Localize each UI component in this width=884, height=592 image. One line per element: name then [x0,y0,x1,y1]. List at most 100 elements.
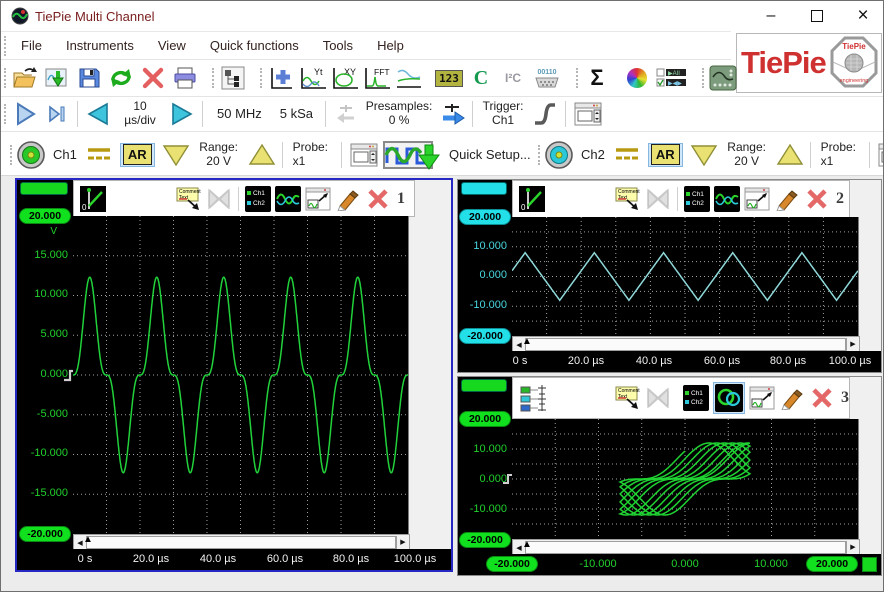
graph3-xmax-label[interactable]: 20.000 [806,556,858,572]
timebase-faster-button[interactable] [166,99,198,129]
instrument-settings-button[interactable] [570,99,606,129]
graph3-trigger-position-marker[interactable]: ▲ [522,540,532,550]
scroll-right-icon[interactable]: ▶ [846,338,859,351]
one-shot-button[interactable] [41,99,73,129]
menu-file[interactable]: File [9,38,54,53]
refresh-button[interactable] [105,63,137,93]
toolbar-grip[interactable] [260,68,262,88]
graph3-xy-mode-button[interactable] [713,382,745,414]
graph-settings-button[interactable] [707,63,739,93]
fft-graph-button[interactable]: FFT [361,63,393,93]
graph2-plot[interactable] [512,217,859,336]
graph1-legend[interactable]: Ch1Ch2 [243,185,273,213]
maximize-button[interactable] [795,1,839,30]
menu-view[interactable]: View [146,38,198,53]
graph2-comment-button[interactable]: CommentText [613,185,643,213]
toolbar-grip[interactable] [4,104,6,124]
graph3-plot[interactable] [512,419,859,539]
toolbar-grip[interactable] [212,68,214,88]
graph2-zoom-out-button[interactable] [742,185,772,213]
minimize-button[interactable]: – [749,1,793,30]
colors-button[interactable] [621,63,653,93]
graph3-axis-header-button[interactable] [461,379,507,392]
graph3-pen-button[interactable] [777,384,807,412]
ch1-bnc-icon[interactable] [15,140,47,170]
graph2-axes-button[interactable]: 0 [517,185,547,213]
graph2-scroll-thumb[interactable] [525,338,846,351]
ch2-bnc-icon[interactable] [543,140,575,170]
object-tree-button[interactable] [217,63,249,93]
graph3-xmin-label[interactable]: -20.000 [486,556,538,572]
toolbar-grip[interactable] [702,68,704,88]
graph3-zoom-out-button[interactable] [747,384,777,412]
graph1-trigger-position-marker[interactable]: ▲ [83,535,93,545]
save-button[interactable] [73,63,105,93]
close-button[interactable]: × [841,1,884,30]
serial-port-button[interactable]: 00110 [529,63,565,93]
graph3-axis-corner-button[interactable] [862,557,877,572]
meter-123-button[interactable]: 123 [433,63,465,93]
graph2-close-button[interactable] [802,185,832,213]
graph1-plot[interactable] [73,216,409,534]
delete-button[interactable] [137,63,169,93]
toolbar-grip[interactable] [10,145,12,165]
yt-graph-button[interactable]: Yt [297,63,329,93]
ch2-coupling-icon[interactable] [611,140,643,170]
graph2-legend[interactable]: Ch1Ch2 [682,185,712,213]
timebase-slower-button[interactable] [82,99,114,129]
ch2-autorange-button[interactable]: AR [648,143,683,167]
quick-setup-button[interactable]: Quick Setup... [383,139,531,171]
presamples-increase-icon[interactable] [436,99,468,129]
graph3-ymin-label[interactable]: -20.000 [459,532,511,548]
graph3-legend[interactable]: Ch1Ch2 [681,384,711,412]
sum-button[interactable]: Σ [581,63,613,93]
graph3-comment-button[interactable]: CommentText [613,384,643,412]
ch1-range-down-button[interactable] [160,140,192,170]
ch1-range-up-button[interactable] [246,140,278,170]
toolbar-grip[interactable] [4,68,6,88]
scroll-right-icon[interactable]: ▶ [396,536,409,549]
start-button[interactable] [9,99,41,129]
graph1-comment-button[interactable]: CommentText [174,185,204,213]
graph2-axis-header-button[interactable] [461,182,507,195]
import-data-button[interactable] [41,63,73,93]
toolbar-grip[interactable] [576,68,578,88]
graph1-close-button[interactable] [363,185,393,213]
graph3-sources-button[interactable] [517,384,553,412]
ch1-coupling-icon[interactable] [83,140,115,170]
presamples-decrease-icon[interactable] [330,99,362,129]
graph1-axis-header-button[interactable] [20,182,68,195]
menubar-grip[interactable] [4,36,6,56]
ch1-autorange-button[interactable]: AR [120,143,155,167]
graph1-ymax-label[interactable]: 20.000 [19,208,71,224]
graph3-scroll-thumb[interactable] [525,541,846,554]
graph3-ymax-label[interactable]: 20.000 [459,411,511,427]
graph1-zoom-out-button[interactable] [303,185,333,213]
graph1-pen-button[interactable] [333,185,363,213]
graph1-scroll-thumb[interactable] [86,536,396,549]
graph2-ymin-label[interactable]: -20.000 [459,328,511,344]
i2c-button[interactable]: I²C [497,63,529,93]
toolbar-grip[interactable] [538,145,540,165]
print-button[interactable] [169,63,201,93]
meter-graph-button[interactable] [393,63,425,93]
graph1-axes-button[interactable]: 0 [78,185,108,213]
ch2-settings-button[interactable] [874,140,884,170]
scroll-right-icon[interactable]: ▶ [846,541,859,554]
graph1-ymin-label[interactable]: -20.000 [19,526,71,542]
trigger-edge-rising-icon[interactable] [529,99,561,129]
graph1-yt-mode-button[interactable] [273,185,303,213]
hotkeys-button[interactable]: ▶AII▶◀▶ [653,63,691,93]
graph2-ymax-label[interactable]: 20.000 [459,209,511,225]
add-graph-button[interactable] [265,63,297,93]
menu-tools[interactable]: Tools [311,38,365,53]
ch2-range-down-button[interactable] [688,140,720,170]
graph2-pen-button[interactable] [772,185,802,213]
menu-quick-functions[interactable]: Quick functions [198,38,311,53]
menu-instruments[interactable]: Instruments [54,38,146,53]
ch1-settings-button[interactable] [346,140,382,170]
open-file-button[interactable] [9,63,41,93]
graph2-trigger-position-marker[interactable]: ▲ [522,337,532,347]
graph3-close-button[interactable] [807,384,837,412]
graph2-yt-mode-button[interactable] [712,185,742,213]
